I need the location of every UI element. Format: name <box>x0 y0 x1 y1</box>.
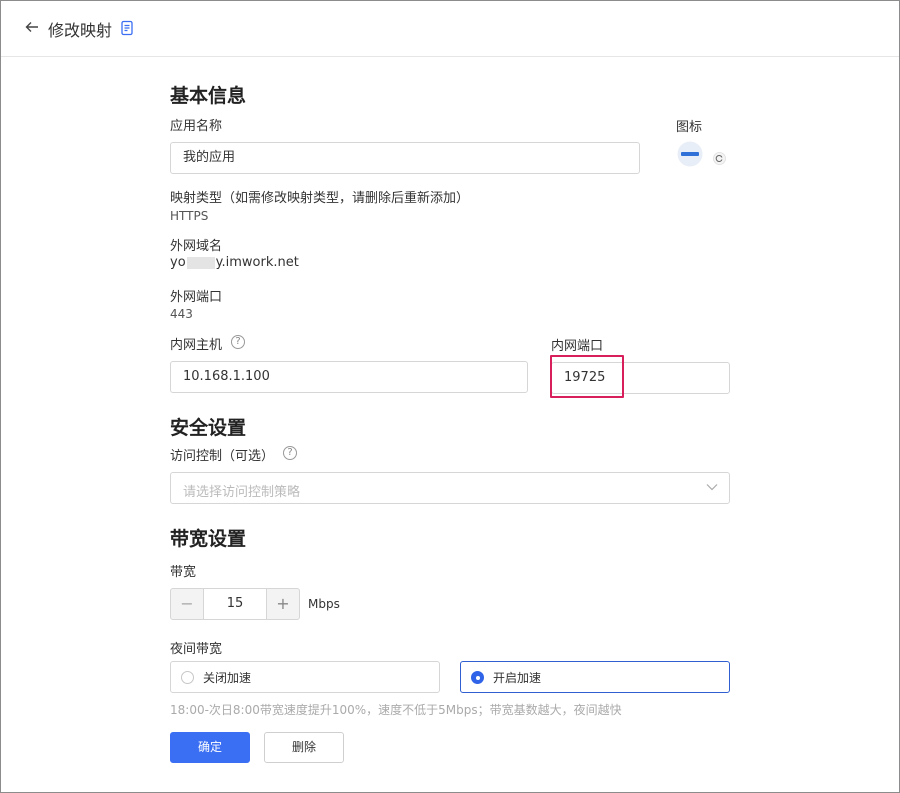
decrement-button[interactable]: − <box>170 588 204 620</box>
radio-label: 开启加速 <box>493 671 542 685</box>
internal-host-label: 内网主机 <box>170 338 223 353</box>
domain-suffix: y.imwork.net <box>215 255 299 270</box>
internal-port-label: 内网端口 <box>551 339 604 354</box>
radio-acceleration-on[interactable]: 开启加速 <box>460 661 730 693</box>
bandwidth-stepper: − 15 + <box>170 588 300 620</box>
domain-label: 外网域名 <box>170 239 223 254</box>
external-port-value: 443 <box>170 307 193 321</box>
domain-value: yo y.imwork.net <box>170 255 299 270</box>
increment-button[interactable]: + <box>266 588 300 620</box>
icon-label: 图标 <box>676 120 703 135</box>
section-title-security: 安全设置 <box>170 417 247 439</box>
internal-port-input[interactable]: 19725 <box>551 362 730 394</box>
night-bandwidth-hint: 18:00-次日8:00带宽速度提升100%，速度不低于5Mbps；带宽基数越大… <box>170 703 622 717</box>
access-control-select[interactable]: 请选择访问控制策略 <box>170 472 730 504</box>
page-title: 修改映射 <box>48 21 113 40</box>
radio-label: 关闭加速 <box>203 671 252 685</box>
radio-button <box>181 671 194 684</box>
bandwidth-label: 带宽 <box>170 565 197 580</box>
back-arrow-icon[interactable] <box>24 19 40 35</box>
domain-prefix: yo <box>170 255 186 270</box>
section-title-bandwidth: 带宽设置 <box>170 528 247 550</box>
confirm-button[interactable]: 确定 <box>170 732 250 763</box>
section-title-basic: 基本信息 <box>170 85 247 107</box>
internal-host-input[interactable]: 10.168.1.100 <box>170 361 528 393</box>
external-port-label: 外网端口 <box>170 290 223 305</box>
chevron-down-icon <box>706 484 718 491</box>
bandwidth-unit: Mbps <box>308 597 340 611</box>
mapping-type-label: 映射类型（如需修改映射类型，请删除后重新添加） <box>170 191 470 206</box>
help-icon[interactable]: ? <box>283 446 297 460</box>
app-name-label: 应用名称 <box>170 119 223 134</box>
app-logo-icon <box>677 141 703 167</box>
refresh-icon[interactable] <box>713 152 726 165</box>
redacted-block <box>186 256 215 269</box>
select-placeholder: 请选择访问控制策略 <box>183 485 301 500</box>
top-bar: 修改映射 <box>1 1 899 57</box>
delete-button[interactable]: 删除 <box>264 732 344 763</box>
access-control-label: 访问控制（可选） <box>170 449 275 464</box>
radio-button <box>471 671 484 684</box>
app-name-input[interactable]: 我的应用 <box>170 142 640 174</box>
document-icon[interactable] <box>120 20 134 36</box>
bandwidth-value[interactable]: 15 <box>203 588 267 620</box>
radio-acceleration-off[interactable]: 关闭加速 <box>170 661 440 693</box>
night-bandwidth-label: 夜间带宽 <box>170 642 223 657</box>
help-icon[interactable]: ? <box>231 335 245 349</box>
window-frame <box>0 0 900 793</box>
mapping-type-value: HTTPS <box>170 209 209 223</box>
